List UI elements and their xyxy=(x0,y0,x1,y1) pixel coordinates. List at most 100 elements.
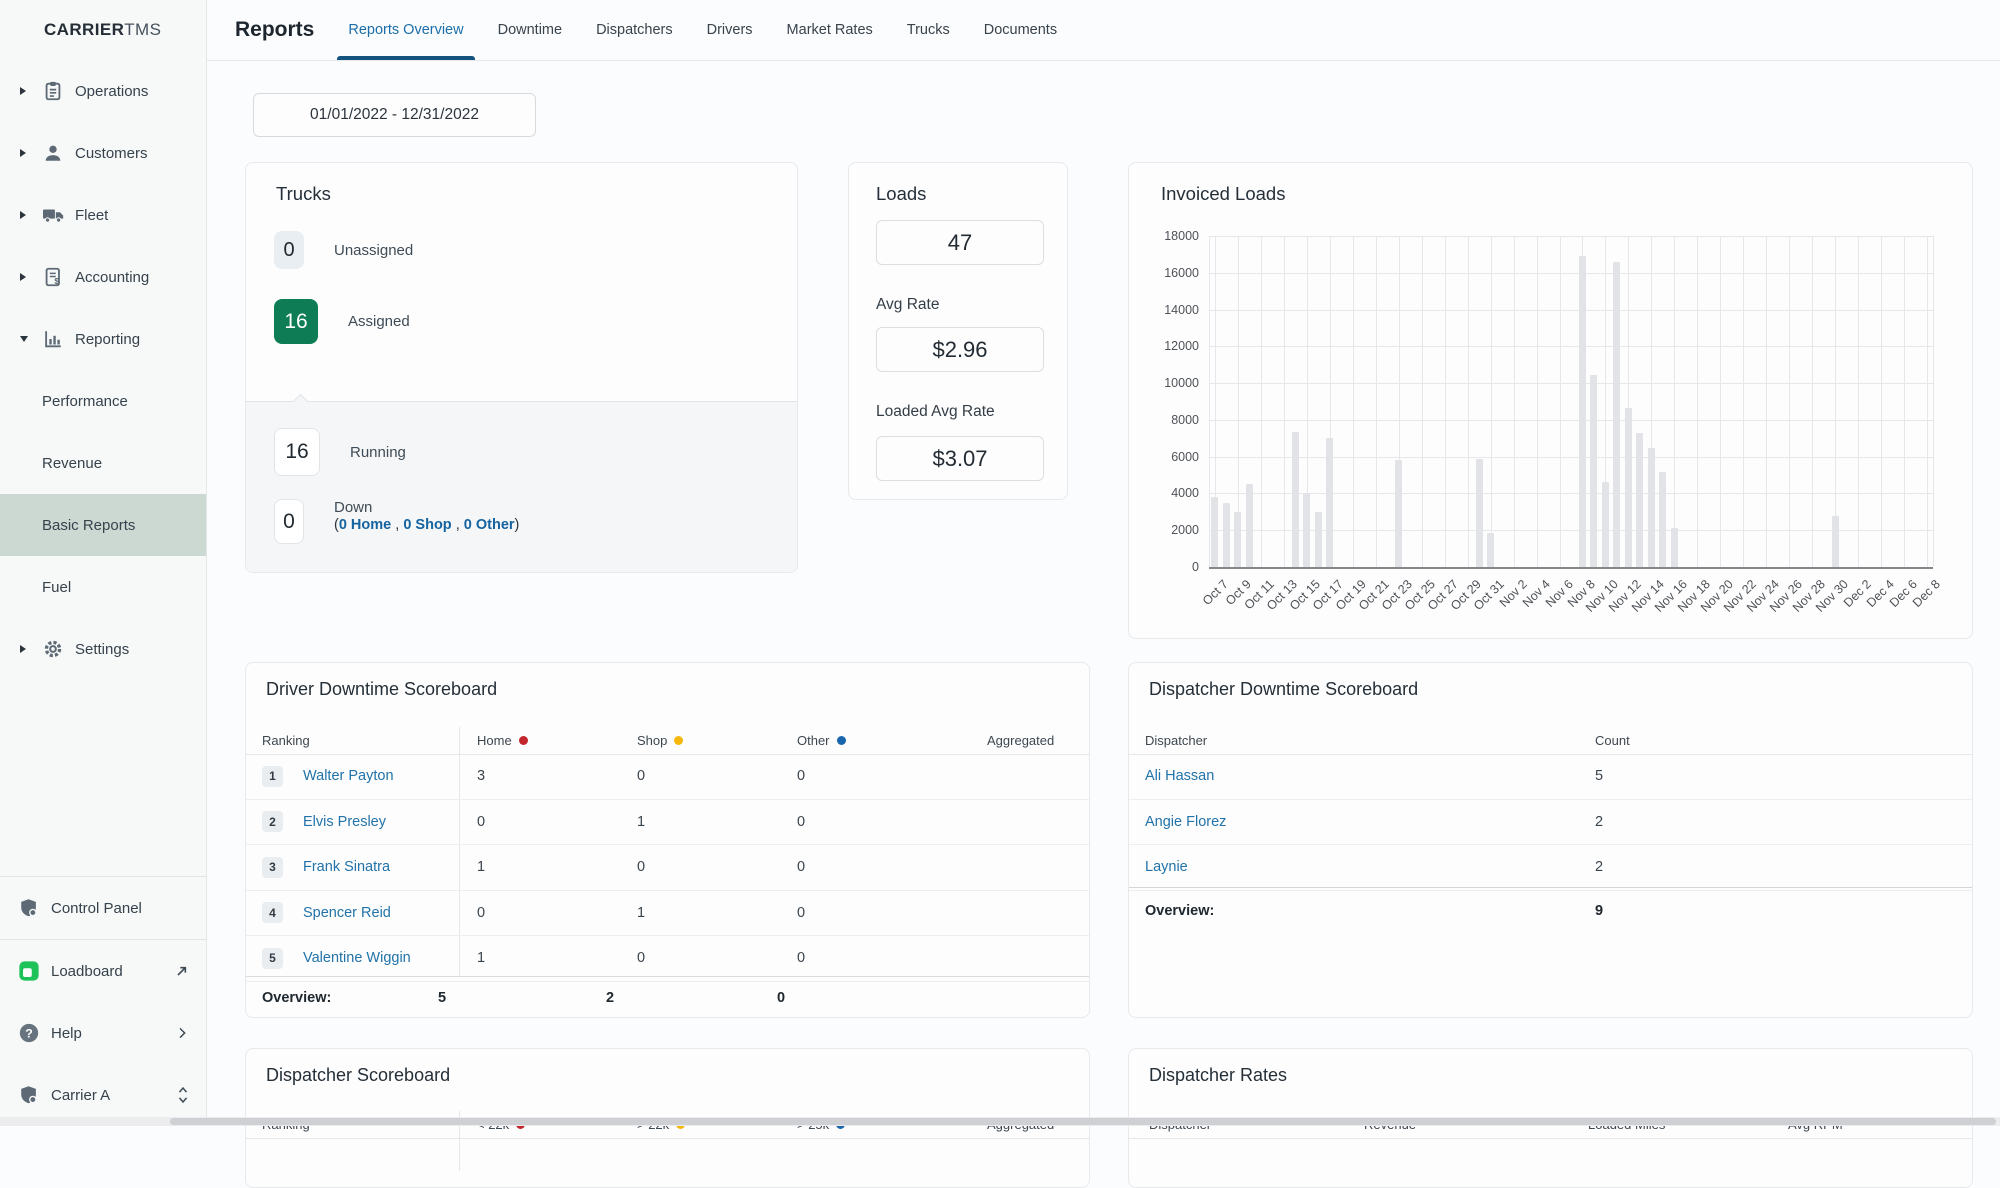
chart-bar xyxy=(1601,482,1609,567)
help-icon: ? xyxy=(18,1022,40,1044)
driver-link[interactable]: Spencer Reid xyxy=(303,905,391,921)
down-0-home-link[interactable]: 0 Home xyxy=(339,517,391,533)
tab-reports-overview[interactable]: Reports Overview xyxy=(337,0,475,60)
column-header-ranking: Ranking xyxy=(246,733,459,748)
driver-link[interactable]: Valentine Wiggin xyxy=(303,950,411,966)
driver-link[interactable]: Frank Sinatra xyxy=(303,859,390,875)
dispatcher-link[interactable]: Angie Florez xyxy=(1145,814,1226,830)
person-icon xyxy=(42,142,64,164)
grid-line xyxy=(1858,236,1860,567)
sidebar-item-fuel[interactable]: Fuel xyxy=(0,556,206,618)
value-cell: 1 xyxy=(477,950,486,967)
avg-rate-box: $2.96 xyxy=(876,327,1044,372)
legend-dot xyxy=(674,736,684,745)
value-cell: 3 xyxy=(477,768,486,785)
tab-drivers[interactable]: Drivers xyxy=(707,0,753,60)
sidebar-item-basic-reports[interactable]: Basic Reports xyxy=(0,494,206,556)
help-icon: ? xyxy=(18,1022,40,1044)
invoiced-loads-card: Invoiced Loads 0 2000 4000 6000 8000 10000 120… xyxy=(1128,162,1973,639)
sidebar-item-operations[interactable]: Operations xyxy=(0,60,206,122)
column-header-label: Aggregated xyxy=(987,733,1055,748)
down-0-other-link[interactable]: 0 Other xyxy=(464,517,515,533)
y-axis-tick-label: 4000 xyxy=(1171,486,1199,501)
driver-link[interactable]: Elvis Presley xyxy=(303,814,386,830)
y-axis-tick-label: 12000 xyxy=(1164,339,1199,354)
report-tabs: Reports Overview Downtime Dispatchers Drive… xyxy=(337,0,1057,60)
y-axis-tick-label: 16000 xyxy=(1164,265,1199,280)
driver-link[interactable]: Walter Payton xyxy=(303,768,394,784)
loadboard-icon xyxy=(18,960,40,982)
chart-bar xyxy=(1211,497,1219,567)
sidebar-item-label: Carrier A xyxy=(51,1086,111,1104)
column-header-aggregated: Aggregated xyxy=(969,733,1089,748)
tab-downtime[interactable]: Downtime xyxy=(498,0,562,60)
column-header-home: Home xyxy=(459,733,619,748)
sidebar-item-control-panel[interactable]: Control Panel xyxy=(0,877,206,939)
value-cell: 0 xyxy=(477,813,486,830)
assigned-label: Assigned xyxy=(348,313,410,330)
chevron-right-icon xyxy=(20,645,42,653)
sidebar-item-performance[interactable]: Performance xyxy=(0,370,206,432)
dispatcher-link[interactable]: Ali Hassan xyxy=(1145,768,1214,784)
y-axis-tick-label: 14000 xyxy=(1164,302,1199,317)
bar-chart-icon xyxy=(42,328,64,350)
chart-bar xyxy=(1670,528,1678,567)
ranking-cell: 2 Elvis Presley xyxy=(246,811,459,833)
sidebar-item-settings[interactable]: Settings xyxy=(0,618,206,680)
grid-line xyxy=(1209,272,1933,274)
running-count-badge: 16 xyxy=(274,428,320,476)
tab-market-rates[interactable]: Market Rates xyxy=(787,0,873,60)
caret-shape xyxy=(20,87,26,95)
sidebar-nav: Operations Customers Fleet $ Accounting Repor… xyxy=(0,60,206,680)
loadboard-icon xyxy=(18,960,40,982)
sidebar-item-loadboard[interactable]: Loadboard xyxy=(0,940,206,1002)
table-row: 4 Spencer Reid 0 1 0 xyxy=(246,891,1089,936)
grid-line xyxy=(1444,236,1446,567)
ranking-cell: 1 Walter Payton xyxy=(246,765,459,787)
sidebar-item-revenue[interactable]: Revenue xyxy=(0,432,206,494)
tab-documents[interactable]: Documents xyxy=(984,0,1057,60)
assigned-breakdown-panel: 16 Running 0 Down (0 Home , 0 Shop , 0 O… xyxy=(246,393,797,572)
dispatcher-table-header: Dispatcher Count xyxy=(1129,727,1972,755)
brand-bold: CARRIER xyxy=(44,20,125,39)
tab-trucks[interactable]: Trucks xyxy=(907,0,950,60)
grid-line xyxy=(1260,236,1262,567)
sidebar-item-label: Accounting xyxy=(75,268,150,286)
shield-icon xyxy=(18,897,40,919)
date-range-input[interactable]: 01/01/2022 - 12/31/2022 xyxy=(253,93,536,137)
overview-shop-total: 2 xyxy=(606,990,615,1006)
horizontal-scrollbar-thumb[interactable] xyxy=(170,1118,1996,1125)
table-row: 3 Frank Sinatra 1 0 0 xyxy=(246,845,1089,891)
value-cell: 0 xyxy=(477,904,486,921)
sidebar-item-accounting[interactable]: $ Accounting xyxy=(0,246,206,308)
sidebar: CARRIER TMS Operations Customers Fleet $ Acco… xyxy=(0,0,207,1126)
chevron-right-icon xyxy=(20,273,42,281)
sidebar-item-help[interactable]: ? Help xyxy=(0,1002,206,1064)
sidebar-item-fleet[interactable]: Fleet xyxy=(0,184,206,246)
trucks-card-title: Trucks xyxy=(276,183,331,204)
tab-dispatchers[interactable]: Dispatchers xyxy=(596,0,673,60)
running-label: Running xyxy=(350,443,406,461)
value-cell: 0 xyxy=(637,950,646,967)
chart-bar xyxy=(1590,374,1598,567)
grid-line xyxy=(1812,236,1814,567)
caret-shape xyxy=(20,645,26,653)
shield-icon xyxy=(18,897,40,919)
chevron-right-icon xyxy=(174,1025,190,1041)
overview-other-total: 0 xyxy=(777,990,786,1006)
sidebar-item-customers[interactable]: Customers xyxy=(0,122,206,184)
value-cell: 0 xyxy=(637,768,646,785)
dispatcher-link[interactable]: Laynie xyxy=(1145,859,1188,875)
overview-label: Overview: xyxy=(1145,903,1215,919)
dispatcher-scoreboard-title: Dispatcher Scoreboard xyxy=(266,1065,451,1085)
person-icon xyxy=(42,142,64,164)
chart-bar xyxy=(1624,407,1632,567)
sidebar-item-reporting[interactable]: Reporting xyxy=(0,308,206,370)
unassigned-count-badge: 0 xyxy=(274,231,304,269)
grid-line xyxy=(1536,236,1538,567)
chart-bar xyxy=(1222,502,1230,567)
y-axis-tick-label: 2000 xyxy=(1171,523,1199,538)
grid-line xyxy=(1720,236,1722,567)
value-cell: 1 xyxy=(637,904,646,921)
down-0-shop-link[interactable]: 0 Shop xyxy=(403,517,451,533)
